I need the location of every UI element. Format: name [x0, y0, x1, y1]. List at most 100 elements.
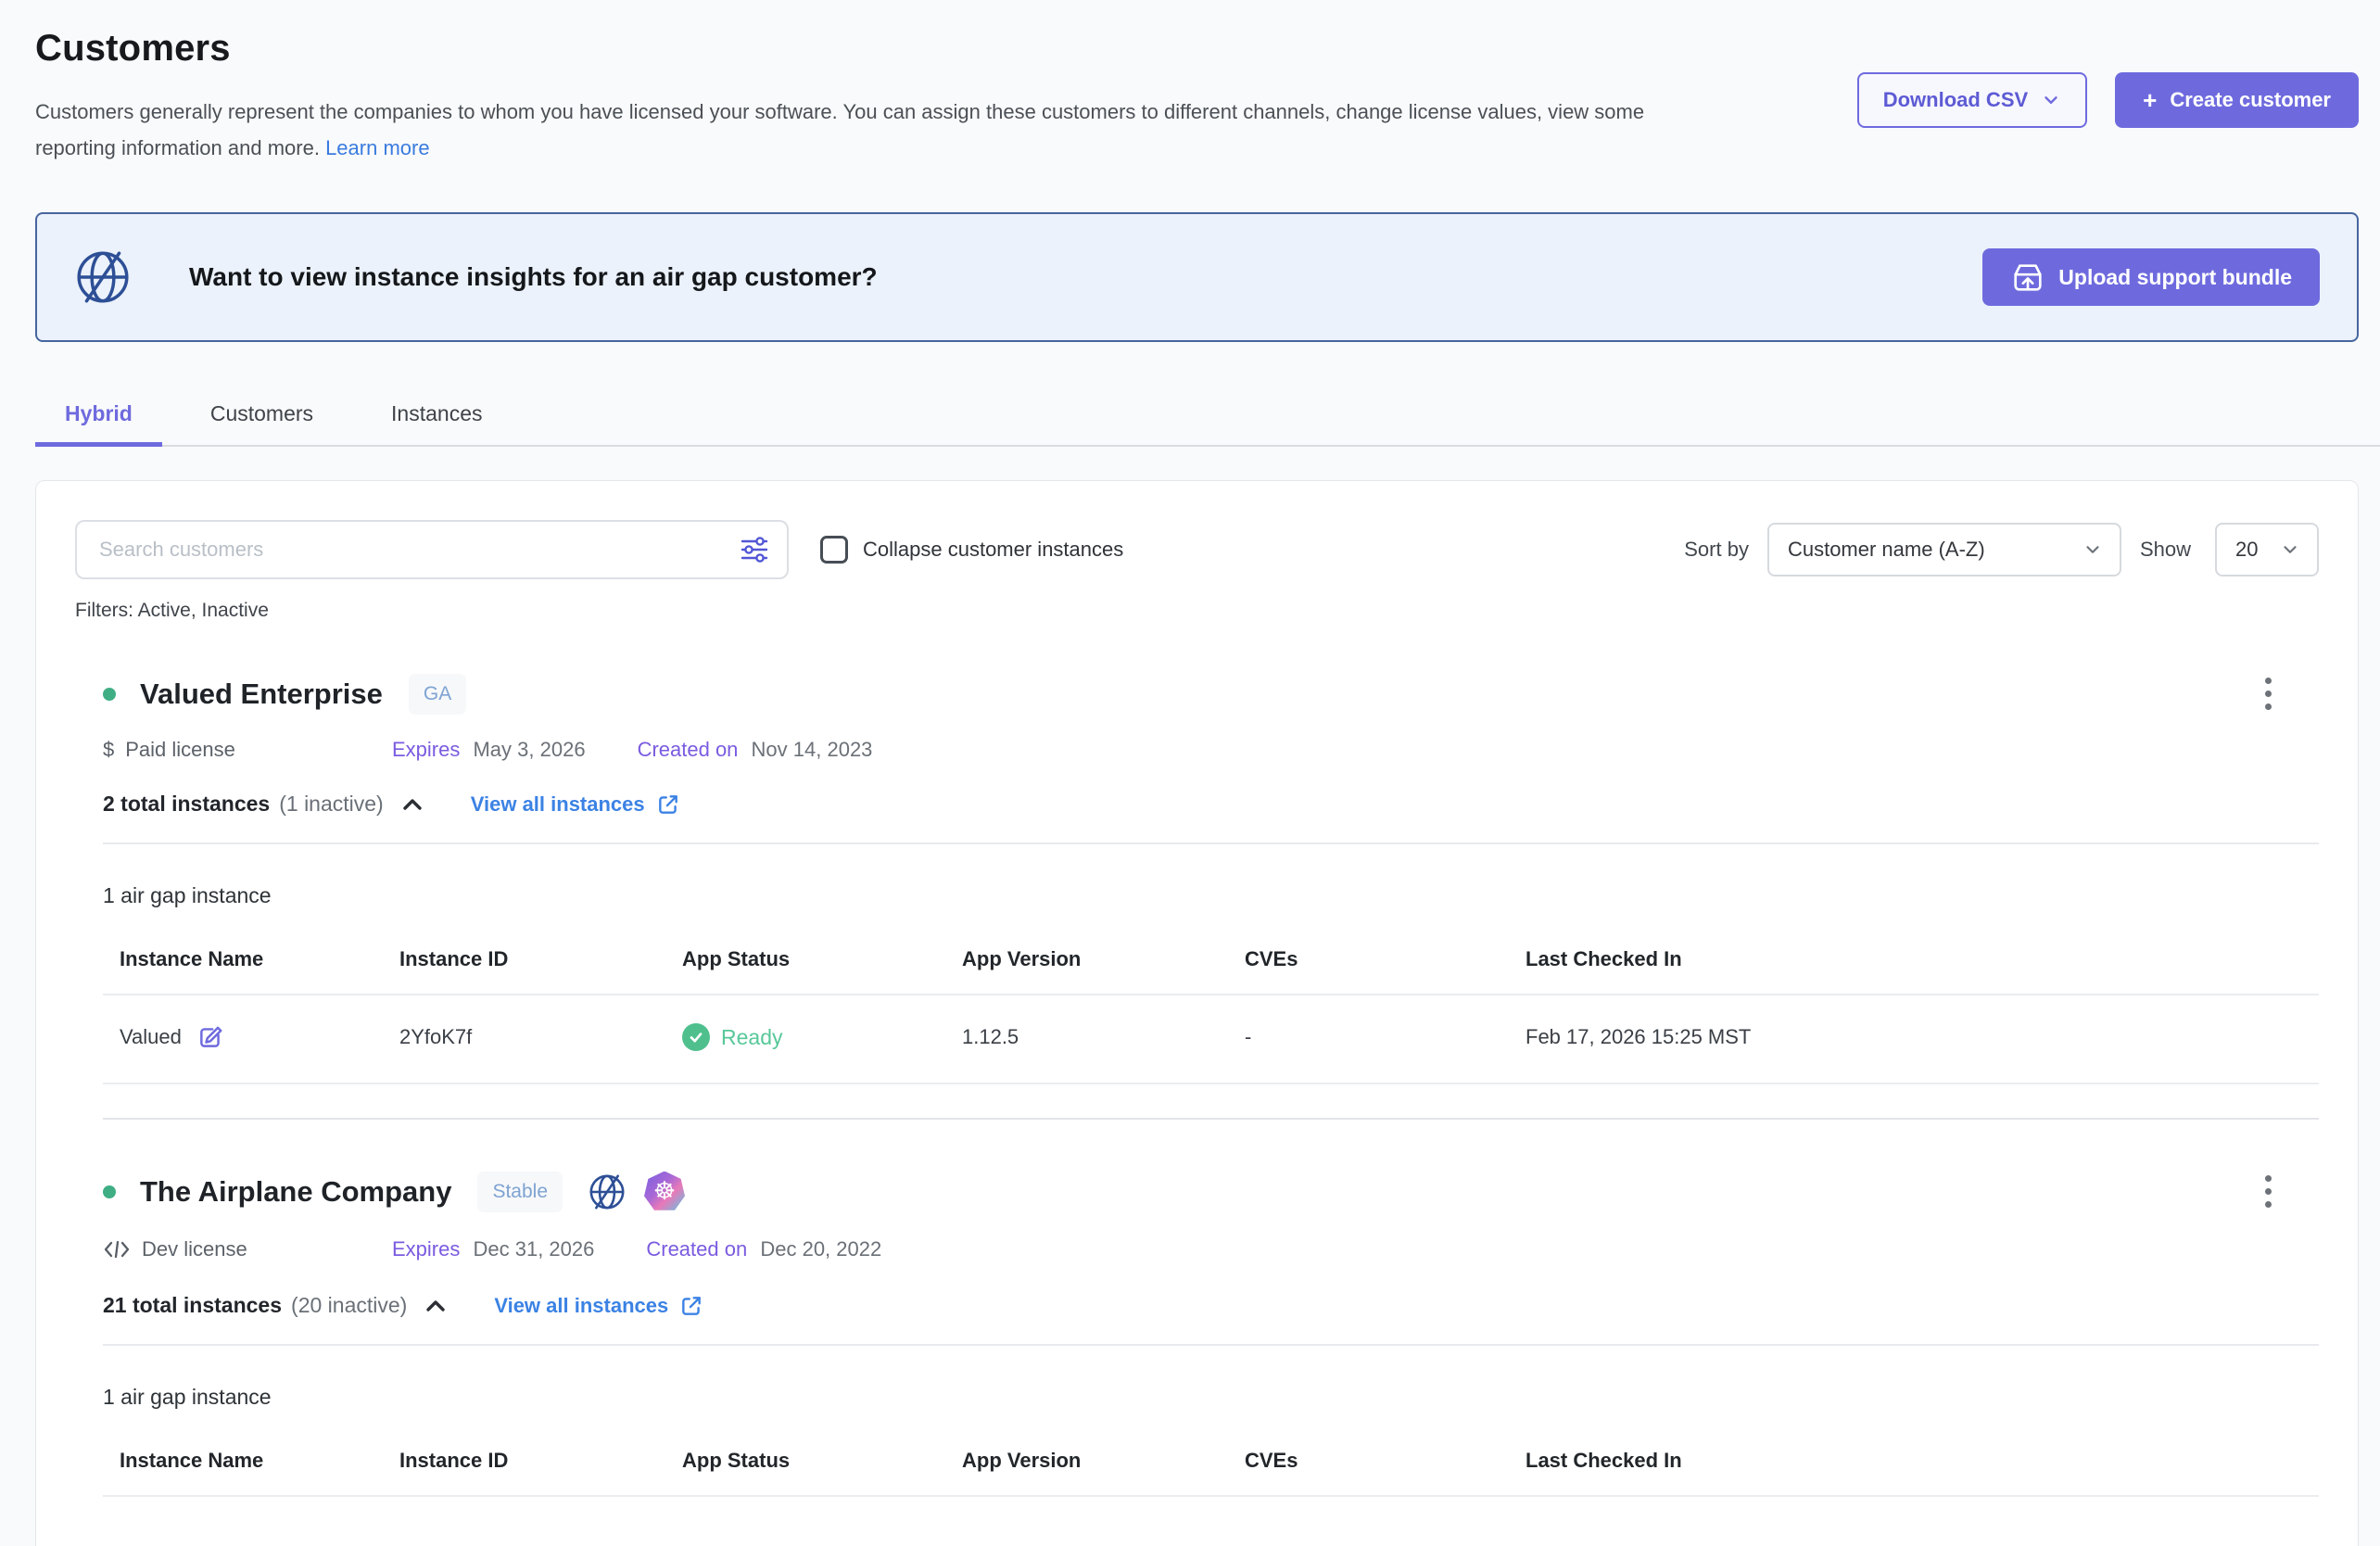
view-all-instances-link[interactable]: View all instances: [471, 792, 680, 817]
upload-support-bundle-button[interactable]: Upload support bundle: [1982, 248, 2320, 306]
customers-card: Collapse customer instances Sort by Cust…: [35, 480, 2359, 1546]
instance-table: Instance Name Instance ID App Status App…: [103, 1449, 2319, 1497]
col-app-status: App Status: [682, 947, 962, 994]
table-row-divider: [103, 1083, 2319, 1084]
col-instance-name: Instance Name: [120, 947, 399, 994]
expires-label: Expires: [392, 738, 460, 761]
search-input[interactable]: [75, 520, 789, 579]
app-version-cell: 1.12.5: [962, 1025, 1245, 1049]
kubernetes-icon: ☸: [644, 1172, 685, 1212]
banner-title: Want to view instance insights for an ai…: [189, 262, 878, 292]
customers-page: Customers Customers generally represent …: [0, 0, 2380, 1546]
divider: [103, 1344, 2319, 1346]
instance-table-header-row: Instance Name Instance ID App Status App…: [103, 1449, 2319, 1495]
col-cves: CVEs: [1245, 947, 1525, 994]
customer-header: Valued Enterprise GA: [103, 672, 2319, 716]
sort-by-select[interactable]: Customer name (A-Z): [1767, 523, 2121, 577]
customer-name[interactable]: The Airplane Company: [140, 1175, 451, 1209]
license-type: Dev license: [103, 1236, 392, 1263]
created-value: Nov 14, 2023: [752, 738, 873, 761]
active-status-dot: [103, 688, 116, 701]
col-cves: CVEs: [1245, 1449, 1525, 1495]
divider: [103, 843, 2319, 844]
collapse-instances-checkbox-group[interactable]: Collapse customer instances: [820, 536, 1123, 564]
filters-summary: Filters: Active, Inactive: [75, 600, 2319, 622]
search-wrap: [75, 520, 789, 579]
page-description-text: Customers generally represent the compan…: [35, 100, 1644, 159]
col-last-checked-in: Last Checked In: [1525, 1449, 2319, 1495]
customer-meta-row: Dev license Expires Dec 31, 2026 Created…: [103, 1236, 2319, 1263]
col-instance-name: Instance Name: [120, 1449, 399, 1495]
sort-by-value: Customer name (A-Z): [1788, 538, 1985, 562]
show-select[interactable]: 20: [2215, 523, 2319, 577]
license-type: $ Paid license: [103, 738, 392, 762]
last-checked-in-cell: Feb 17, 2026 15:25 MST: [1525, 1025, 2319, 1049]
created-label: Created on: [638, 738, 739, 761]
license-type-label: Paid license: [125, 738, 235, 762]
chevron-up-icon: [400, 792, 424, 817]
expires-pair: Expires Dec 31, 2026: [392, 1237, 594, 1261]
col-app-version: App Version: [962, 1449, 1245, 1495]
collapse-toggle[interactable]: [400, 792, 424, 817]
toolbar: Collapse customer instances Sort by Cust…: [75, 520, 2319, 579]
customer-type-icons: ☸: [587, 1172, 685, 1212]
view-all-instances-link[interactable]: View all instances: [494, 1294, 703, 1318]
kebab-menu-icon[interactable]: [2260, 1170, 2277, 1213]
instance-table: Instance Name Instance ID App Status App…: [103, 947, 2319, 1084]
external-link-icon: [679, 1294, 703, 1318]
create-customer-button[interactable]: + Create customer: [2115, 72, 2359, 128]
airgap-banner: Want to view instance insights for an ai…: [35, 212, 2359, 342]
instances-total: 21 total instances: [103, 1293, 282, 1318]
expires-value: Dec 31, 2026: [473, 1237, 594, 1261]
license-type-label: Dev license: [142, 1237, 247, 1261]
tab-hybrid[interactable]: Hybrid: [35, 401, 162, 445]
dev-code-icon: [103, 1236, 131, 1263]
airgap-globe-icon: [72, 247, 133, 308]
col-instance-id: Instance ID: [399, 947, 682, 994]
download-csv-button[interactable]: Download CSV: [1857, 72, 2087, 128]
expires-pair: Expires May 3, 2026: [392, 738, 586, 762]
instance-name-cell: Valued: [120, 1023, 399, 1051]
expires-label: Expires: [392, 1237, 460, 1261]
check-circle-icon: [682, 1023, 710, 1051]
created-pair: Created on Nov 14, 2023: [638, 738, 873, 762]
channel-badge: Stable: [477, 1172, 563, 1212]
download-csv-label: Download CSV: [1883, 88, 2028, 112]
table-header-divider: [103, 1495, 2319, 1497]
show-label: Show: [2140, 538, 2191, 562]
instance-name: Valued: [120, 1025, 182, 1049]
card-inner: Collapse customer instances Sort by Cust…: [75, 520, 2358, 1497]
col-app-status: App Status: [682, 1449, 962, 1495]
kebab-menu-icon[interactable]: [2260, 672, 2277, 716]
app-status-text: Ready: [721, 1025, 782, 1050]
col-instance-id: Instance ID: [399, 1449, 682, 1495]
learn-more-link[interactable]: Learn more: [325, 136, 430, 159]
edit-icon[interactable]: [196, 1023, 224, 1051]
collapse-toggle[interactable]: [424, 1294, 448, 1318]
customer-name[interactable]: Valued Enterprise: [140, 678, 383, 711]
channel-badge: GA: [409, 674, 466, 715]
customer-header: The Airplane Company Stable ☸: [103, 1170, 2319, 1213]
page-description: Customers generally represent the compan…: [35, 94, 1694, 166]
filter-sliders-icon[interactable]: [739, 534, 770, 565]
create-customer-label: Create customer: [2170, 88, 2331, 112]
sort-show-group: Sort by Customer name (A-Z) Show 20: [1684, 523, 2319, 577]
created-pair: Created on Dec 20, 2022: [646, 1237, 881, 1261]
sort-by-label: Sort by: [1684, 538, 1749, 562]
col-app-version: App Version: [962, 947, 1245, 994]
customer-meta-row: $ Paid license Expires May 3, 2026 Creat…: [103, 738, 2319, 762]
chevron-up-icon: [424, 1294, 448, 1318]
app-status-cell: Ready: [682, 1023, 962, 1051]
collapse-instances-checkbox[interactable]: [820, 536, 848, 564]
customer-section-divider: [103, 1118, 2319, 1120]
page-title: Customers: [35, 28, 2359, 70]
airgap-instances-heading: 1 air gap instance: [103, 883, 2319, 908]
instance-id-cell: 2YfoK7f: [399, 1025, 682, 1049]
tab-customers[interactable]: Customers: [181, 401, 343, 445]
tab-bar: Hybrid Customers Instances: [35, 401, 2380, 447]
chevron-down-icon: [2280, 539, 2300, 560]
col-last-checked-in: Last Checked In: [1525, 947, 2319, 994]
active-status-dot: [103, 1185, 116, 1198]
tab-instances[interactable]: Instances: [361, 401, 512, 445]
customer-section-valued-enterprise: Valued Enterprise GA $ Paid license Expi…: [103, 672, 2319, 1120]
